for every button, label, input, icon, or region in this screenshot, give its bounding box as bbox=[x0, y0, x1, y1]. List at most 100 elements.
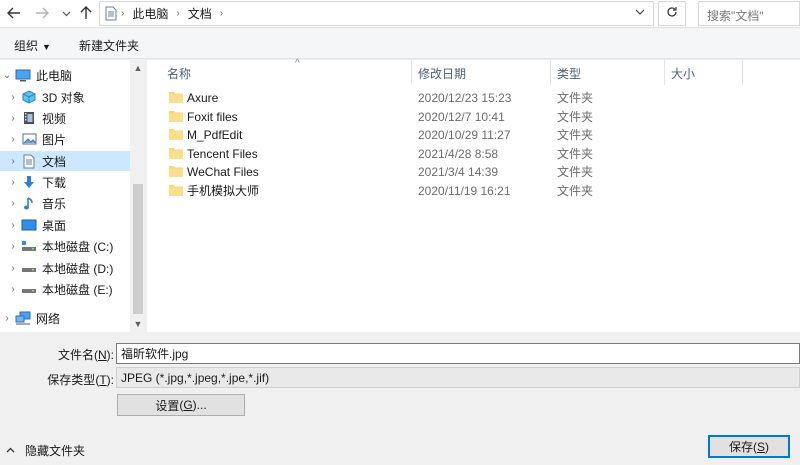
file-row[interactable]: WeChat Files 2021/3/4 14:39 文件夹 bbox=[161, 162, 761, 181]
arrow-left-icon bbox=[7, 6, 21, 22]
address-row: › 此电脑 › 文档 › 搜索"文档" bbox=[0, 0, 800, 28]
settings-button[interactable]: 设置(G)... bbox=[117, 394, 245, 416]
filename-label-text: 文件名 bbox=[57, 348, 94, 362]
nav-item-drive-d[interactable]: › 本地磁盘 (D:) bbox=[0, 258, 130, 278]
chevron-right-icon[interactable]: › bbox=[6, 263, 20, 274]
save-button[interactable]: 保存(S) bbox=[708, 435, 790, 458]
chevron-right-icon[interactable]: › bbox=[6, 198, 20, 209]
chevron-right-icon[interactable]: › bbox=[6, 134, 20, 145]
nav-item-desktop[interactable]: › 桌面 bbox=[0, 215, 130, 235]
chevron-down-icon[interactable]: ⌄ bbox=[0, 70, 14, 81]
refresh-icon bbox=[666, 6, 678, 21]
document-icon bbox=[105, 6, 117, 21]
drive-icon bbox=[20, 260, 38, 276]
filename-field[interactable] bbox=[116, 343, 800, 364]
folder-icon bbox=[169, 148, 183, 159]
picture-icon bbox=[20, 131, 38, 147]
search-input[interactable]: 搜索"文档" bbox=[698, 1, 800, 26]
breadcrumb-item-documents[interactable]: 文档 bbox=[184, 5, 216, 22]
breadcrumb-separator-icon: › bbox=[219, 8, 224, 19]
organize-menu[interactable]: 组织 ▼ bbox=[14, 37, 51, 54]
refresh-button[interactable] bbox=[658, 1, 686, 26]
file-date: 2020/10/29 11:27 bbox=[418, 127, 511, 142]
filetype-label: 保存类型(T): bbox=[47, 373, 114, 387]
filetype-access-key: T bbox=[99, 373, 107, 387]
chevron-up-icon bbox=[6, 445, 15, 456]
nav-item-drive-e[interactable]: › 本地磁盘 (E:) bbox=[0, 279, 130, 299]
nav-item-documents[interactable]: › 文档 bbox=[0, 151, 130, 171]
nav-item-videos[interactable]: › 视频 bbox=[0, 108, 130, 128]
file-type: 文件夹 bbox=[557, 165, 594, 179]
nav-item-3d-objects[interactable]: › 3D 对象 bbox=[0, 87, 130, 107]
address-box[interactable]: › 此电脑 › 文档 › bbox=[99, 1, 654, 26]
nav-item-label: 下载 bbox=[42, 175, 67, 190]
chevron-right-icon[interactable]: › bbox=[6, 220, 20, 231]
file-row[interactable]: Tencent Files 2021/4/28 8:58 文件夹 bbox=[161, 144, 761, 163]
nav-item-label: 网络 bbox=[36, 311, 61, 326]
command-bar: 组织 ▼ 新建文件夹 bbox=[0, 29, 800, 59]
filename-access-key: N bbox=[97, 348, 107, 362]
folder-icon bbox=[169, 111, 183, 122]
scroll-up-icon[interactable]: ▲ bbox=[130, 60, 146, 76]
nav-item-label: 本地磁盘 (D:) bbox=[42, 261, 114, 276]
scrollbar-thumb[interactable] bbox=[133, 184, 143, 314]
chevron-right-icon[interactable]: › bbox=[0, 313, 14, 324]
hide-folders-label: 隐藏文件夹 bbox=[25, 444, 86, 458]
nav-item-downloads[interactable]: › 下载 bbox=[0, 172, 130, 192]
chevron-right-icon[interactable]: › bbox=[6, 177, 20, 188]
column-header-size[interactable]: 大小 bbox=[665, 60, 743, 85]
column-header-type[interactable]: 类型 bbox=[551, 60, 665, 85]
file-row[interactable]: M_PdfEdit 2020/10/29 11:27 文件夹 bbox=[161, 125, 761, 144]
file-date: 2020/12/23 15:23 bbox=[418, 90, 512, 105]
nav-item-label: 3D 对象 bbox=[42, 90, 85, 105]
nav-item-music[interactable]: › 音乐 bbox=[0, 193, 130, 213]
cube-3d-icon bbox=[20, 89, 38, 105]
hide-folders-toggle[interactable]: 隐藏文件夹 bbox=[6, 442, 85, 459]
drive-icon bbox=[20, 281, 38, 297]
organize-label: 组织 bbox=[14, 39, 39, 53]
folder-icon bbox=[169, 92, 183, 103]
caret-down-icon: ▼ bbox=[42, 42, 51, 52]
file-row[interactable]: Foxit files 2020/12/7 10:41 文件夹 bbox=[161, 107, 761, 126]
scroll-down-icon[interactable]: ▼ bbox=[130, 316, 146, 332]
chevron-right-icon[interactable]: › bbox=[6, 241, 20, 252]
column-header-date[interactable]: 修改日期 bbox=[412, 60, 551, 85]
nav-item-label: 本地磁盘 (E:) bbox=[42, 282, 113, 297]
chevron-right-icon[interactable]: › bbox=[6, 284, 20, 295]
up-button[interactable] bbox=[76, 4, 96, 24]
save-label: 保存 bbox=[728, 440, 753, 454]
file-date: 2020/12/7 10:41 bbox=[418, 109, 505, 124]
file-type: 文件夹 bbox=[557, 128, 594, 142]
file-date: 2021/4/28 8:58 bbox=[418, 146, 499, 161]
nav-item-label: 桌面 bbox=[42, 218, 67, 233]
breadcrumb-item-computer[interactable]: 此电脑 bbox=[128, 5, 172, 22]
nav-item-pictures[interactable]: › 图片 bbox=[0, 129, 130, 149]
system-drive-icon bbox=[20, 238, 38, 254]
file-name: 手机模拟大师 bbox=[187, 184, 260, 198]
desktop-icon bbox=[20, 217, 38, 233]
navigation-pane: ⌄ 此电脑 › 3D 对象 › 视频 › 图片 › 文档 › 下载 › 音乐 ›… bbox=[0, 60, 146, 332]
file-date: 2020/11/19 16:21 bbox=[418, 183, 511, 198]
breadcrumb-separator-icon: › bbox=[121, 8, 125, 19]
file-row[interactable]: 手机模拟大师 2020/11/19 16:21 文件夹 bbox=[161, 181, 761, 200]
computer-icon bbox=[14, 67, 32, 83]
address-history-dropdown[interactable] bbox=[635, 7, 645, 18]
chevron-right-icon[interactable]: › bbox=[6, 92, 20, 103]
column-header-name[interactable]: 名称 ^ bbox=[161, 58, 412, 85]
new-folder-button[interactable]: 新建文件夹 bbox=[79, 37, 139, 54]
forward-button[interactable] bbox=[32, 4, 52, 24]
nav-item-drive-c[interactable]: › 本地磁盘 (C:) bbox=[0, 236, 130, 256]
settings-label: 设置 bbox=[155, 398, 180, 413]
file-type: 文件夹 bbox=[557, 184, 594, 198]
recent-locations-button[interactable] bbox=[56, 4, 76, 24]
nav-item-this-pc[interactable]: ⌄ 此电脑 bbox=[0, 65, 130, 85]
chevron-right-icon[interactable]: › bbox=[6, 156, 20, 167]
back-button[interactable] bbox=[4, 4, 24, 24]
chevron-right-icon[interactable]: › bbox=[6, 113, 20, 124]
nav-item-label: 文档 bbox=[42, 154, 67, 169]
nav-scrollbar[interactable]: ▲ ▼ bbox=[130, 60, 146, 332]
filetype-select[interactable]: JPEG (*.jpg,*.jpeg,*.jpe,*.jif) bbox=[116, 367, 800, 388]
nav-item-network[interactable]: › 网络 bbox=[0, 308, 130, 328]
settings-access-key: G bbox=[183, 398, 193, 412]
file-row[interactable]: Axure 2020/12/23 15:23 文件夹 bbox=[161, 88, 761, 107]
